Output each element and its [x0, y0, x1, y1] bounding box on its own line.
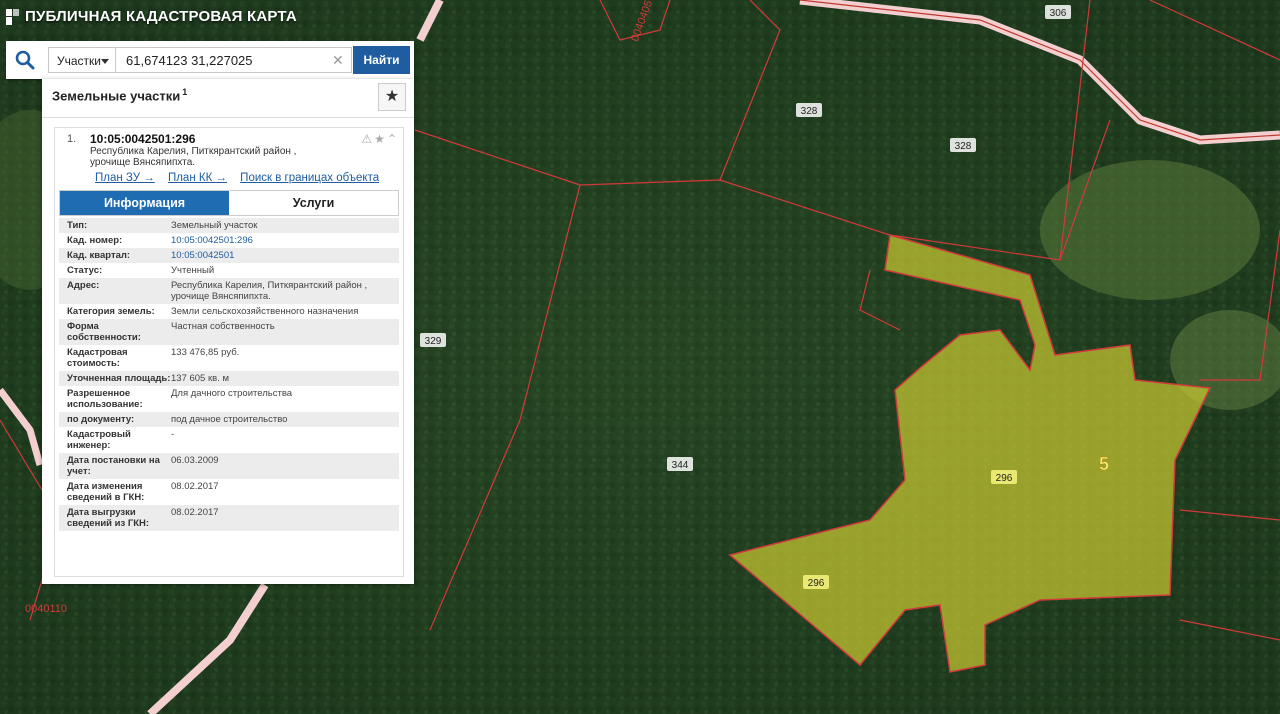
- search-bar: Участки ✕ Найти: [6, 41, 414, 79]
- field-label: по документу:: [67, 414, 135, 425]
- field-label: Статус:: [67, 265, 103, 276]
- info-row-type: Тип: Земельный участок: [59, 218, 399, 233]
- plan-kk-link[interactable]: План КК →: [168, 172, 227, 184]
- field-label: Кад. квартал:: [67, 250, 131, 261]
- field-label: Тип:: [67, 220, 88, 231]
- svg-text:328: 328: [955, 141, 972, 152]
- field-value: Для дачного строительства: [171, 388, 293, 399]
- map-label-328a: 328: [796, 103, 822, 117]
- info-row-cad-value: Кадастровая стоимость: 133 476,85 руб.: [59, 345, 399, 371]
- clear-icon[interactable]: ✕: [332, 53, 344, 67]
- info-row-area: Уточненная площадь: 137 605 кв. м: [59, 371, 399, 386]
- svg-text:296: 296: [808, 578, 825, 589]
- svg-text:306: 306: [1050, 8, 1067, 19]
- field-label: Форма собственности:: [67, 321, 141, 343]
- field-value: Частная собственность: [171, 321, 275, 332]
- info-row-exported: Дата выгрузки сведений из ГКН: 08.02.2017: [59, 505, 399, 531]
- chevron-down-icon: [101, 59, 109, 64]
- info-row-cad-quarter: Кад. квартал: 10:05:0042501: [59, 248, 399, 263]
- svg-text:296: 296: [996, 473, 1013, 484]
- field-label: Категория земель:: [67, 306, 155, 317]
- info-row-registered: Дата постановки на учет: 06.03.2009: [59, 453, 399, 479]
- field-value: 133 476,85 руб.: [171, 347, 240, 358]
- clearing: [1040, 160, 1260, 300]
- field-value: 06.03.2009: [171, 455, 219, 466]
- info-row-ownership: Форма собственности: Частная собственност…: [59, 319, 399, 345]
- info-row-cad-number: Кад. номер: 10:05:0042501:296: [59, 233, 399, 248]
- map-label-296a: 296: [991, 470, 1017, 484]
- info-row-by-document: по документу: под дачное строительство: [59, 412, 399, 427]
- field-value: Земли сельскохозяйственного назначения: [171, 306, 359, 317]
- info-row-changed: Дата изменения сведений в ГКН: 08.02.2017: [59, 479, 399, 505]
- map-label-344: 344: [667, 457, 693, 471]
- warning-icon[interactable]: ⚠: [361, 132, 374, 146]
- result-address: Республика Карелия, Питкярантский район …: [90, 146, 320, 168]
- result-index: 1.: [67, 133, 77, 145]
- field-value: 08.02.2017: [171, 481, 219, 492]
- info-row-engineer: Кадастровый инженер: -: [59, 427, 399, 453]
- info-table: Тип: Земельный участок Кад. номер: 10:05:0…: [59, 218, 399, 531]
- result-address-line1: Республика Карелия, Питкярантский район …: [90, 146, 297, 157]
- field-value: Земельный участок: [171, 220, 258, 231]
- find-button[interactable]: Найти: [353, 46, 410, 74]
- search-type-select[interactable]: Участки: [48, 47, 116, 73]
- star-outline-icon[interactable]: ★: [374, 132, 387, 146]
- map-label-328b: 328: [950, 138, 976, 152]
- results-count: 1: [182, 87, 188, 97]
- search-input[interactable]: [116, 47, 352, 73]
- svg-text:344: 344: [672, 460, 689, 471]
- search-type-label: Участки: [57, 54, 101, 68]
- logo-icon: [6, 8, 19, 25]
- svg-text:329: 329: [425, 336, 442, 347]
- result-card[interactable]: 1. 10:05:0042501:296 Республика Карелия,…: [54, 127, 404, 577]
- result-cadastral-id: 10:05:0042501:296: [90, 132, 196, 146]
- search-icon[interactable]: [14, 49, 36, 71]
- field-value: 08.02.2017: [171, 507, 219, 518]
- field-value-link[interactable]: 10:05:0042501: [171, 250, 391, 261]
- plan-zu-link[interactable]: План ЗУ →: [95, 172, 155, 184]
- result-address-line2: урочище Вянсяпипхта.: [90, 157, 196, 168]
- tab-services[interactable]: Услуги: [229, 191, 398, 215]
- svg-text:328: 328: [801, 106, 818, 117]
- info-row-address: Адрес: Республика Карелия, Питкярантский …: [59, 278, 399, 304]
- field-value-link[interactable]: 10:05:0042501:296: [171, 235, 391, 246]
- map-label-zone-5: 5: [1099, 454, 1109, 474]
- tab-information[interactable]: Информация: [60, 191, 229, 215]
- field-label: Кадастровый инженер:: [67, 429, 131, 451]
- results-panel: Земельные участки 1 ★ 1. 10:05:0042501:29…: [42, 79, 414, 584]
- info-row-land-category: Категория земель: Земли сельскохозяйствен…: [59, 304, 399, 319]
- chevron-up-icon[interactable]: ⌃: [387, 132, 399, 146]
- panel-title: Земельные участки 1: [52, 87, 187, 103]
- panel-title-text: Земельные участки: [52, 88, 181, 104]
- result-tabs: Информация Услуги: [59, 190, 399, 216]
- map-label-296b: 296: [803, 575, 829, 589]
- field-label: Дата выгрузки сведений из ГКН:: [67, 507, 150, 529]
- field-value: Учтенный: [171, 265, 215, 276]
- map-label-306: 306: [1045, 5, 1071, 19]
- field-label: Кад. номер:: [67, 235, 123, 246]
- divider: [42, 117, 414, 118]
- field-value: 137 605 кв. м: [171, 373, 229, 384]
- field-label: Адрес:: [67, 280, 100, 291]
- field-label: Кадастровая стоимость:: [67, 347, 128, 369]
- app-title: ПУБЛИЧНАЯ КАДАСТРОВАЯ КАРТА: [6, 8, 297, 25]
- map-label-329: 329: [420, 333, 446, 347]
- field-label: Разрешенное использование:: [67, 388, 143, 410]
- info-row-permitted-use: Разрешенное использование: Для дачного ст…: [59, 386, 399, 412]
- star-icon[interactable]: ★: [378, 83, 406, 111]
- field-label: Дата постановки на учет:: [67, 455, 160, 477]
- card-actions: ⚠★⌃: [361, 132, 399, 146]
- map-label-quarter-0040110: 0040110: [25, 603, 67, 615]
- field-value: под дачное строительство: [171, 414, 288, 425]
- field-value: -: [171, 429, 175, 440]
- info-row-status: Статус: Учтенный: [59, 263, 399, 278]
- app-title-text: ПУБЛИЧНАЯ КАДАСТРОВАЯ КАРТА: [25, 8, 297, 25]
- field-value: Республика Карелия, Питкярантский район …: [171, 280, 368, 302]
- field-label: Дата изменения сведений в ГКН:: [67, 481, 145, 503]
- field-label: Уточненная площадь:: [67, 373, 171, 384]
